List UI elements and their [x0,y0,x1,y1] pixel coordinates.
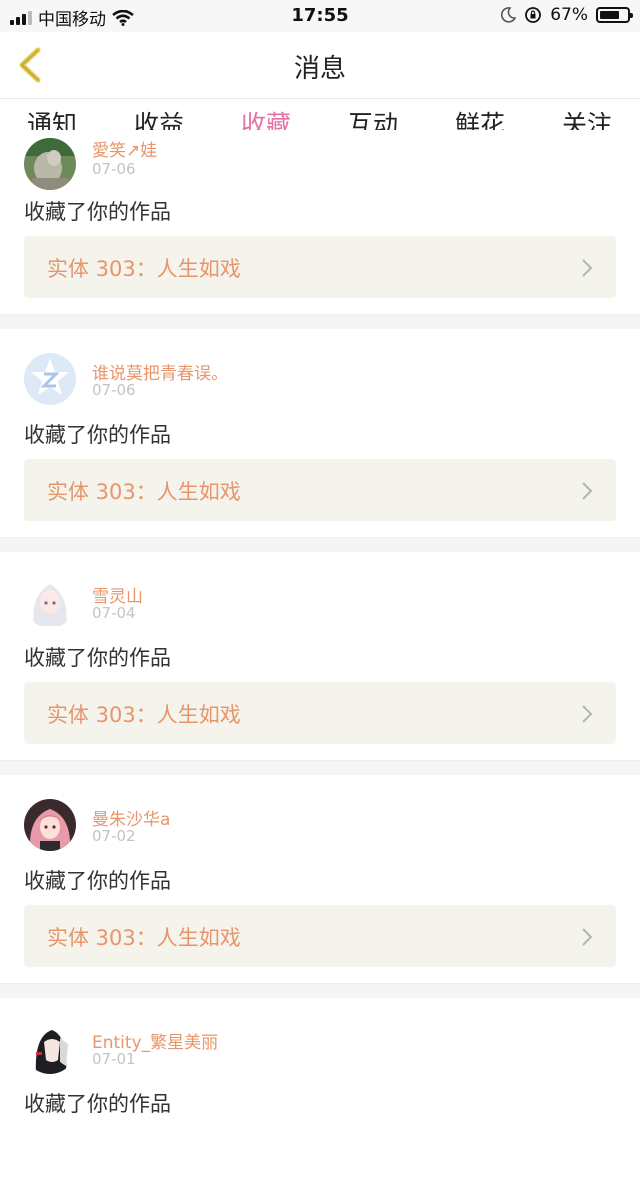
avatar[interactable] [24,576,76,628]
chevron-right-icon [582,705,593,723]
pink-hair-anime-avatar-icon [24,799,76,851]
work-title: 实体 303：人生如戏 [47,926,241,950]
work-link[interactable]: 实体 303：人生如戏 [24,236,616,298]
stone-statue-avatar-icon [24,138,76,190]
divider [0,537,640,552]
notification-date: 07-06 [92,160,136,178]
work-link[interactable]: 实体 303：人生如戏 [24,905,616,967]
page-title: 消息 [293,54,346,84]
notification-date: 07-06 [92,381,136,399]
status-bar: 中国移动 17:55 67% [0,0,640,32]
list-item: 愛笑↗娃 07-06 收藏了你的作品 实体 303：人生如戏 [0,130,640,314]
rotation-lock-icon [525,7,542,23]
work-title: 实体 303：人生如戏 [47,703,241,727]
notification-date: 07-01 [92,1050,136,1068]
list-item: Entity_繁星美丽 07-01 收藏了你的作品 [0,998,640,1182]
notification-action: 收藏了你的作品 [24,869,171,893]
notification-date: 07-02 [92,827,136,845]
work-title: 实体 303：人生如戏 [47,480,241,504]
notification-list: 愛笑↗娃 07-06 收藏了你的作品 实体 303：人生如戏 谁说莫把青春误。 … [0,130,640,1182]
notification-action: 收藏了你的作品 [24,423,171,447]
list-item: 雪灵山 07-04 收藏了你的作品 实体 303：人生如戏 [0,552,640,744]
list-item: 曼朱沙华a 07-02 收藏了你的作品 实体 303：人生如戏 [0,775,640,967]
white-hair-anime-avatar-icon [24,576,76,628]
default-z-avatar-icon [24,353,76,405]
username[interactable]: 愛笑↗娃 [92,136,157,161]
status-right: 67% [500,5,633,25]
notification-action: 收藏了你的作品 [24,1092,171,1116]
divider [0,983,640,998]
notification-action: 收藏了你的作品 [24,646,171,670]
chevron-right-icon [582,482,593,500]
avatar[interactable] [24,138,76,190]
battery-icon [596,7,633,23]
battery-percent: 67% [550,5,588,25]
notification-date: 07-04 [92,604,136,622]
divider [0,314,640,329]
avatar[interactable] [24,1022,76,1074]
notification-action: 收藏了你的作品 [24,200,171,224]
chevron-right-icon [582,259,593,277]
list-item: 谁说莫把青春误。 07-06 收藏了你的作品 实体 303：人生如戏 [0,329,640,521]
work-link[interactable]: 实体 303：人生如戏 [24,459,616,521]
divider [0,760,640,775]
hooded-figure-avatar-icon [24,1022,76,1074]
work-link[interactable]: 实体 303：人生如戏 [24,682,616,744]
avatar[interactable] [24,799,76,851]
moon-icon [501,7,517,23]
avatar[interactable] [24,353,76,405]
nav-header: 消息 [0,32,640,98]
work-title: 实体 303：人生如戏 [47,257,241,281]
chevron-right-icon [582,928,593,946]
